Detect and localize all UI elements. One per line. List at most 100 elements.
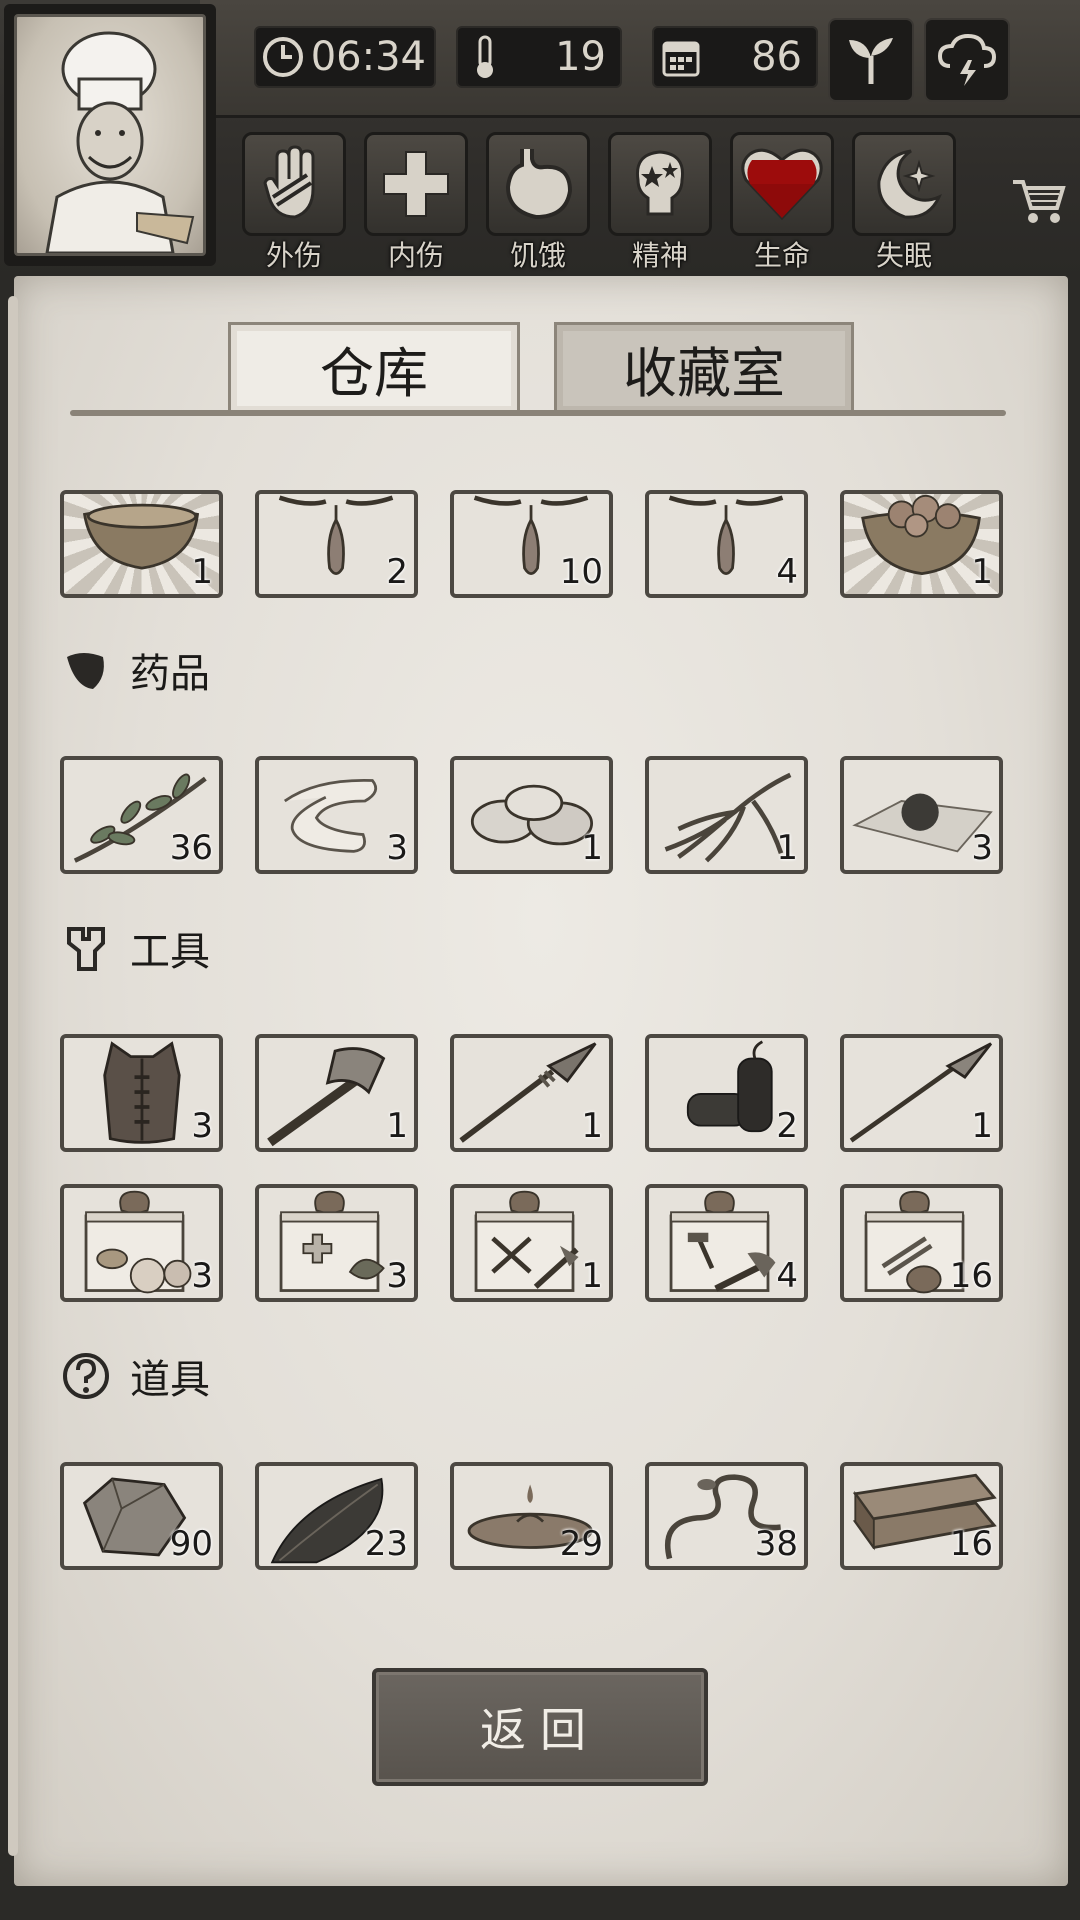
inventory-row-tools: 3 1 1 2 1 <box>60 1034 1003 1152</box>
inventory-row-props: 90 23 29 38 16 <box>60 1462 1003 1570</box>
thermometer-icon <box>458 34 512 80</box>
category-medicine: 药品 <box>60 640 210 700</box>
days-display: 86 <box>652 26 818 88</box>
item-count: 23 <box>364 1524 408 1564</box>
tab-warehouse[interactable]: 仓库 <box>228 322 520 412</box>
inventory-slot[interactable]: 36 <box>60 756 223 874</box>
character-portrait[interactable] <box>4 4 216 266</box>
moon-icon <box>877 149 943 219</box>
time-value: 06:34 <box>310 34 426 80</box>
inventory-scroll-area[interactable]: 1 2 10 4 1 药品 36 3 1 1 3 工具 3 1 1 2 1 3 … <box>40 490 1040 1570</box>
shop-cart-button[interactable] <box>1006 168 1072 234</box>
item-count: 38 <box>754 1524 798 1564</box>
item-count: 1 <box>581 1256 603 1296</box>
chef-avatar-icon <box>45 31 195 253</box>
item-count: 1 <box>581 1106 603 1146</box>
inventory-slot[interactable]: 4 <box>645 1184 808 1302</box>
item-count: 1 <box>971 1106 993 1146</box>
inventory-slot[interactable]: 1 <box>450 756 613 874</box>
temperature-display: 19 <box>456 26 622 88</box>
inventory-slot[interactable]: 1 <box>255 1034 418 1152</box>
back-button[interactable]: 返回 <box>372 1668 708 1786</box>
inventory-row-medicine: 36 3 1 1 3 <box>60 756 1003 874</box>
item-count: 10 <box>559 552 603 592</box>
cart-icon <box>1013 180 1066 223</box>
inventory-slot[interactable]: 1 <box>840 490 1003 598</box>
clock-display: 06:34 <box>254 26 436 88</box>
mind-icon <box>635 150 685 216</box>
inventory-slot[interactable]: 29 <box>450 1462 613 1570</box>
inventory-slot[interactable]: 38 <box>645 1462 808 1570</box>
inventory-slot[interactable]: 3 <box>840 756 1003 874</box>
item-count: 3 <box>191 1256 213 1296</box>
hand-icon <box>263 145 315 219</box>
item-count: 1 <box>776 828 798 868</box>
clock-icon <box>256 35 310 79</box>
category-title: 工具 <box>130 929 210 975</box>
item-count: 16 <box>949 1524 993 1564</box>
sprout-icon <box>849 38 893 84</box>
status-external-injury[interactable] <box>242 132 346 236</box>
inventory-slot[interactable]: 4 <box>645 490 808 598</box>
item-count: 3 <box>971 828 993 868</box>
item-count: 3 <box>386 828 408 868</box>
status-hunger[interactable] <box>486 132 590 236</box>
inventory-slot[interactable]: 90 <box>60 1462 223 1570</box>
inventory-slot[interactable]: 2 <box>645 1034 808 1152</box>
status-mind[interactable] <box>608 132 712 236</box>
thunderstorm-icon <box>937 33 997 86</box>
inventory-slot[interactable]: 1 <box>60 490 223 598</box>
item-count: 2 <box>386 552 408 592</box>
item-count: 1 <box>581 828 603 868</box>
item-count: 90 <box>169 1524 213 1564</box>
item-count: 29 <box>559 1524 603 1564</box>
inventory-slot[interactable]: 3 <box>255 1184 418 1302</box>
inventory-slot[interactable]: 3 <box>60 1034 223 1152</box>
paper-edge <box>8 296 18 1856</box>
category-props: 道具 <box>60 1346 210 1406</box>
item-count: 3 <box>191 1106 213 1146</box>
status-label-health: 生命 <box>753 239 810 272</box>
tab-collection[interactable]: 收藏室 <box>554 322 854 412</box>
calendar-icon <box>654 36 708 78</box>
inventory-slot[interactable]: 10 <box>450 490 613 598</box>
item-count: 1 <box>971 552 993 592</box>
portrait-frame <box>14 14 206 256</box>
status-health[interactable] <box>730 132 834 236</box>
status-label-mind: 精神 <box>631 239 688 272</box>
top-hud: 06:34 19 86 外伤 内伤 饥饿 精神 生命 失眠 <box>0 0 1080 280</box>
inventory-slot[interactable]: 1 <box>450 1184 613 1302</box>
heart-icon <box>741 148 823 221</box>
season-button[interactable] <box>828 18 914 102</box>
category-tools: 工具 <box>60 918 210 978</box>
inventory-slot[interactable]: 1 <box>840 1034 1003 1152</box>
inventory-slot[interactable]: 1 <box>645 756 808 874</box>
item-count: 2 <box>776 1106 798 1146</box>
status-internal-injury[interactable] <box>364 132 468 236</box>
status-label-hunger: 饥饿 <box>509 239 566 272</box>
inventory-slot[interactable]: 3 <box>60 1184 223 1302</box>
inventory-slot[interactable]: 16 <box>840 1462 1003 1570</box>
inventory-slot[interactable]: 2 <box>255 490 418 598</box>
inventory-slot[interactable]: 1 <box>450 1034 613 1152</box>
item-count: 16 <box>949 1256 993 1296</box>
wrench-category-icon <box>60 922 112 974</box>
inventory-slot[interactable]: 23 <box>255 1462 418 1570</box>
item-count: 1 <box>191 552 213 592</box>
category-title: 药品 <box>130 651 210 697</box>
question-category-icon <box>60 1350 112 1402</box>
temperature-value: 19 <box>555 34 606 80</box>
weather-button[interactable] <box>924 18 1010 102</box>
status-insomnia[interactable] <box>852 132 956 236</box>
days-value: 86 <box>751 34 802 80</box>
item-count: 36 <box>169 828 213 868</box>
item-count: 3 <box>386 1256 408 1296</box>
inventory-slot[interactable]: 16 <box>840 1184 1003 1302</box>
item-count: 4 <box>776 552 798 592</box>
item-count: 4 <box>776 1256 798 1296</box>
leaf-category-icon <box>60 644 112 696</box>
inventory-row-food: 1 2 10 4 1 <box>60 490 1003 598</box>
stomach-icon <box>505 149 573 220</box>
category-title: 道具 <box>130 1357 210 1403</box>
inventory-slot[interactable]: 3 <box>255 756 418 874</box>
